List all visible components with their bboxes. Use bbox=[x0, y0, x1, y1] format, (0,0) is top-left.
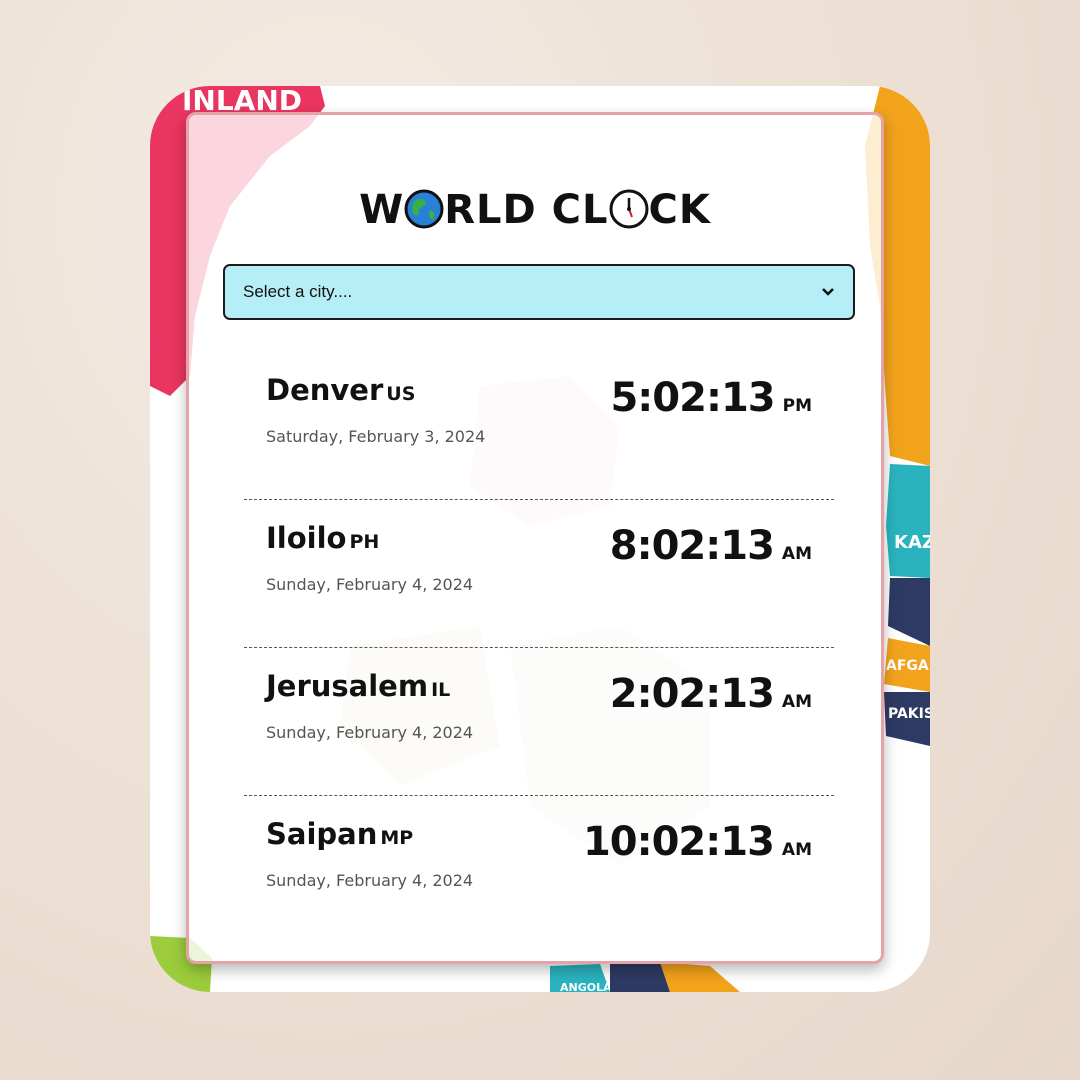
row-divider bbox=[244, 647, 834, 648]
country-code: PH bbox=[349, 531, 380, 553]
city-time: 2:02:13 AM bbox=[610, 671, 812, 717]
city-name: Denver US bbox=[266, 373, 415, 407]
city-name-text: Iloilo bbox=[266, 521, 347, 555]
city-date: Saturday, February 3, 2024 bbox=[266, 427, 486, 446]
city-row: Denver US Saturday, February 3, 2024 5:02… bbox=[244, 373, 834, 521]
map-label-afghanistan: AFGANIS bbox=[886, 658, 930, 674]
clock-icon bbox=[609, 189, 649, 229]
map-label-kaz: KAZ bbox=[894, 532, 930, 553]
city-select-value: Select a city.... bbox=[243, 282, 353, 301]
country-code: US bbox=[386, 383, 416, 405]
time-value: 2:02:13 bbox=[609, 671, 775, 717]
city-name-text: Denver bbox=[266, 373, 384, 407]
title-text-end: CK bbox=[648, 187, 711, 233]
time-value: 8:02:13 bbox=[609, 523, 775, 569]
map-label-pakistan: PAKIST bbox=[888, 706, 930, 722]
title-text-w: W bbox=[359, 187, 405, 233]
time-ampm: AM bbox=[781, 692, 812, 712]
city-select[interactable]: Select a city.... bbox=[223, 264, 855, 320]
time-ampm: AM bbox=[781, 840, 812, 860]
country-code: IL bbox=[431, 679, 451, 701]
row-divider bbox=[244, 795, 834, 796]
globe-icon bbox=[404, 189, 444, 229]
city-name: Iloilo PH bbox=[266, 521, 379, 555]
time-value: 5:02:13 bbox=[610, 375, 775, 421]
city-date: Sunday, February 4, 2024 bbox=[266, 575, 474, 594]
city-date: Sunday, February 4, 2024 bbox=[266, 723, 474, 742]
city-date: Sunday, February 4, 2024 bbox=[266, 871, 474, 890]
city-name: Saipan MP bbox=[266, 817, 413, 851]
city-row: Saipan MP Sunday, February 4, 2024 10:02:… bbox=[244, 817, 834, 965]
map-label-angola: ANGOLA bbox=[560, 981, 612, 992]
city-name-text: Jerusalem bbox=[266, 669, 429, 703]
city-time: 5:02:13 PM bbox=[610, 375, 812, 421]
city-row: Jerusalem IL Sunday, February 4, 2024 2:0… bbox=[244, 669, 834, 817]
city-time: 8:02:13 AM bbox=[610, 523, 812, 569]
time-ampm: PM bbox=[782, 396, 812, 416]
time-ampm: AM bbox=[781, 544, 812, 564]
row-divider bbox=[244, 499, 834, 500]
city-name-text: Saipan bbox=[266, 817, 378, 851]
world-clock-card: W RLD CL CK Select a city.... Denver US Sat… bbox=[186, 112, 884, 964]
city-time: 10:02:13 AM bbox=[583, 819, 812, 865]
city-row: Iloilo PH Sunday, February 4, 2024 8:02:1… bbox=[244, 521, 834, 669]
chevron-down-icon bbox=[821, 282, 835, 302]
title-text-middle: RLD CL bbox=[444, 187, 609, 233]
country-code: MP bbox=[380, 827, 414, 849]
page-title: W RLD CL CK bbox=[189, 187, 881, 233]
time-value: 10:02:13 bbox=[582, 819, 775, 865]
city-name: Jerusalem IL bbox=[266, 669, 450, 703]
